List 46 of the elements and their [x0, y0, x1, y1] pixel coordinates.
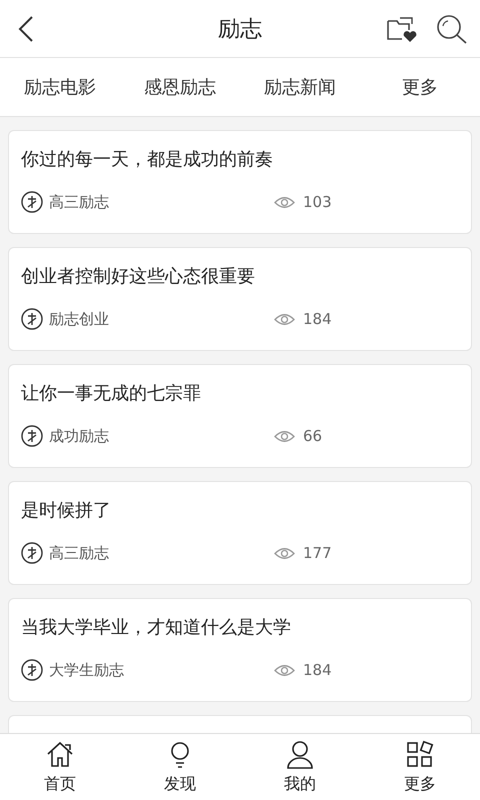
article-title: 是时候拼了 — [21, 499, 112, 523]
eye-icon — [274, 664, 295, 676]
nav-tab[interactable]: 首页 — [0, 734, 120, 800]
view-count: 177 — [303, 544, 332, 562]
folder-heart-icon — [386, 14, 418, 42]
source-avatar-icon — [21, 425, 43, 447]
view-count: 184 — [303, 661, 332, 679]
source-avatar-icon — [21, 659, 43, 681]
category-tab[interactable]: 感恩励志 — [120, 67, 240, 107]
article-title: 当我大学毕业，才知道什么是大学 — [21, 616, 292, 640]
eye-icon — [274, 312, 295, 326]
search-icon — [436, 14, 468, 44]
page-title: 励志 — [218, 16, 262, 42]
nav-tab[interactable]: 发现 — [120, 734, 240, 800]
article-title: 你过的每一天，都是成功的前奏 — [21, 148, 274, 172]
article-card[interactable]: 让你一事无成的七宗罪 成功励志 66 — [8, 364, 472, 468]
source-avatar-icon — [21, 191, 43, 213]
grid-icon — [405, 740, 435, 770]
article-card[interactable]: 当我大学毕业，才知道什么是大学 大学生励志 184 — [8, 598, 472, 702]
source-avatar-icon — [21, 308, 43, 330]
article-title: 创业者控制好这些心态很重要 — [21, 265, 256, 289]
eye-icon — [274, 430, 295, 442]
search-button[interactable] — [436, 14, 468, 44]
eye-icon — [274, 196, 295, 208]
article-card[interactable]: 创业者控制好这些心态很重要 励志创业 184 — [8, 247, 472, 351]
favorites-button[interactable] — [386, 14, 418, 42]
source-name: 高三励志 — [49, 192, 110, 212]
article-card[interactable]: 是时候拼了 高三励志 177 — [8, 481, 472, 585]
nav-tab[interactable]: 更多 — [360, 734, 480, 800]
source-name: 成功励志 — [49, 426, 110, 446]
category-tab[interactable]: 励志新闻 — [240, 67, 360, 107]
category-tab[interactable]: 更多 — [360, 67, 480, 107]
view-count: 66 — [303, 427, 322, 445]
person-icon — [285, 740, 315, 770]
eye-icon — [274, 546, 295, 560]
view-count: 184 — [303, 310, 332, 328]
source-name: 励志创业 — [49, 310, 110, 328]
view-count: 103 — [303, 193, 332, 211]
category-tab[interactable]: 励志电影 — [0, 67, 120, 107]
source-name: 高三励志 — [49, 544, 110, 562]
home-icon — [45, 740, 75, 770]
source-avatar-icon — [21, 542, 43, 564]
article-card[interactable]: 你过的每一天，都是成功的前奏 高三励志 103 — [8, 130, 472, 234]
source-name: 大学生励志 — [49, 660, 125, 680]
article-title: 让你一事无成的七宗罪 — [21, 382, 202, 406]
nav-tab[interactable]: 我的 — [240, 734, 360, 800]
